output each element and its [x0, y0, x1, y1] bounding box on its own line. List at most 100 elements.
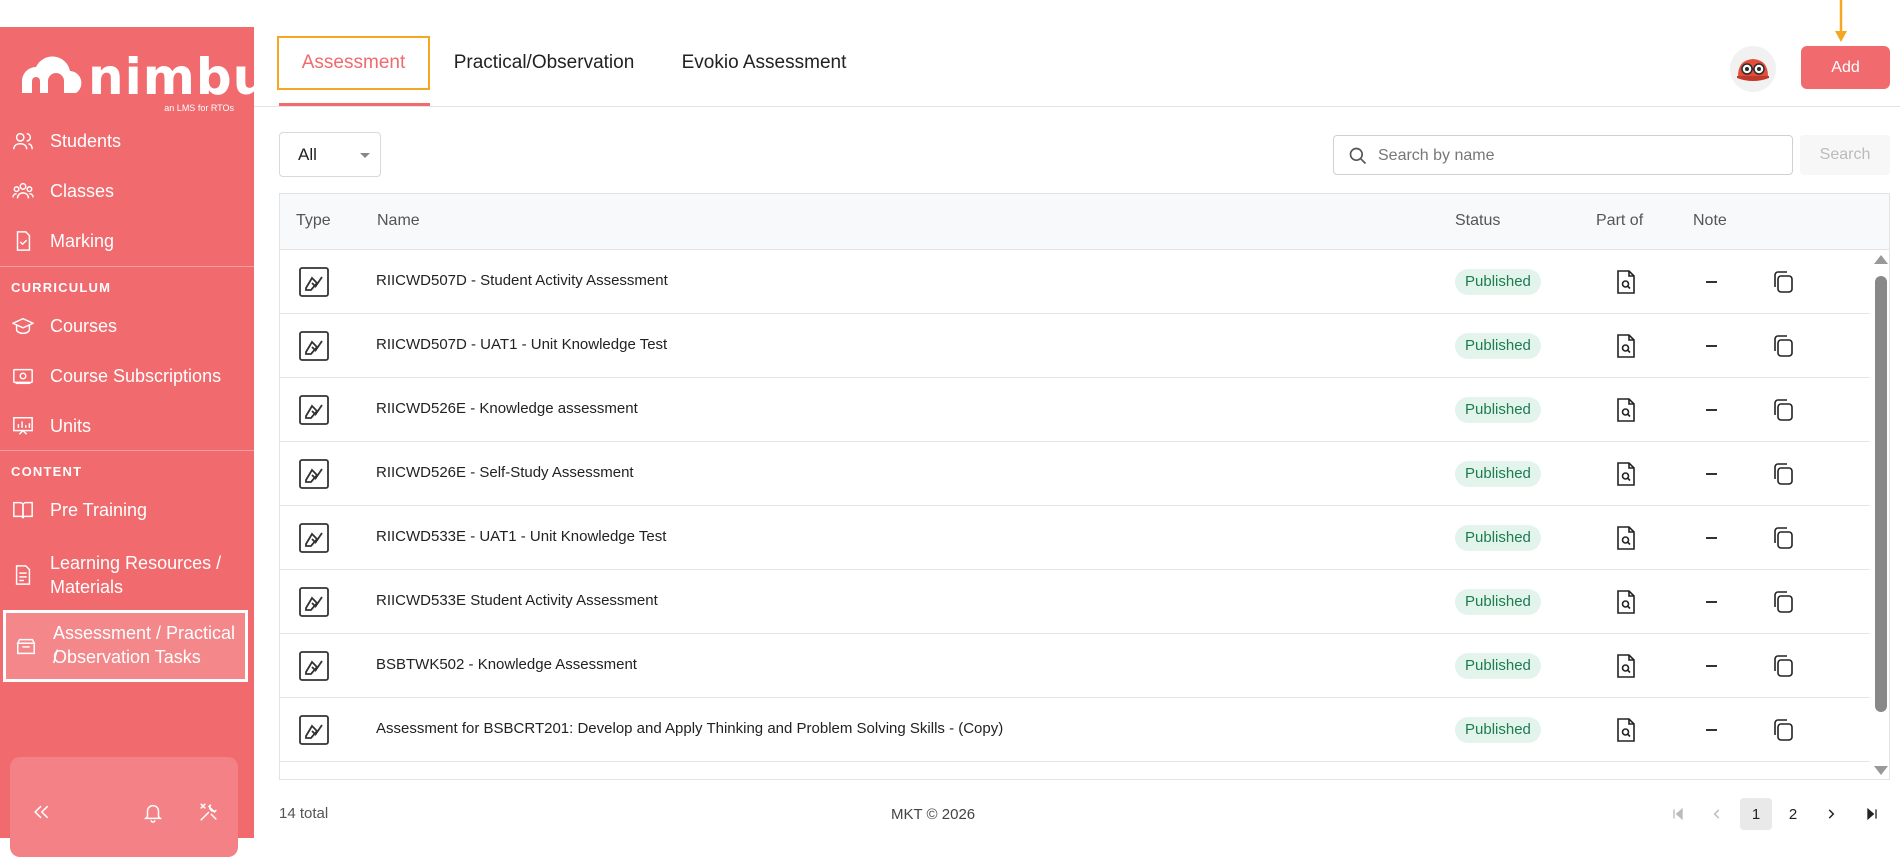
column-header-note: Note — [1693, 212, 1727, 229]
sidebar-item-classes[interactable]: Classes — [0, 168, 254, 214]
assessment-name[interactable]: Assessment for BSBCRT201: Develop and Ap… — [376, 720, 1003, 737]
sidebar-item-learning-resources[interactable]: Learning Resources / Materials — [0, 547, 254, 603]
book-open-icon — [12, 499, 34, 521]
document-search-icon[interactable] — [1616, 270, 1636, 299]
brand-name: nimbu — [88, 48, 270, 106]
assessment-name[interactable]: RIICWD507D - Student Activity Assessment — [376, 272, 668, 289]
presentation-chart-icon — [12, 415, 34, 437]
copy-icon[interactable] — [1772, 398, 1794, 427]
assessment-name[interactable]: RIICWD533E - UAT1 - Unit Knowledge Test — [376, 528, 666, 545]
prev-page-button[interactable] — [1701, 798, 1733, 830]
avatar-face-icon — [1737, 59, 1769, 81]
group-icon — [12, 180, 34, 202]
copy-icon[interactable] — [1772, 462, 1794, 491]
bell-icon[interactable] — [140, 799, 166, 825]
scroll-down-arrow-icon[interactable] — [1874, 766, 1888, 775]
document-search-icon[interactable] — [1616, 462, 1636, 491]
document-search-icon[interactable] — [1616, 718, 1636, 747]
sidebar-item-marking[interactable]: Marking — [0, 218, 254, 264]
assessment-type-icon — [298, 394, 330, 426]
sidebar-item-units[interactable]: Units — [0, 403, 254, 449]
type-filter-select[interactable]: All — [279, 132, 381, 177]
copy-icon[interactable] — [1772, 654, 1794, 683]
sidebar-footer — [10, 757, 238, 857]
status-badge: Published — [1455, 269, 1541, 295]
copy-icon[interactable] — [1772, 718, 1794, 747]
table-row[interactable]: RIICWD526E - Self-Study Assessment Publis… — [280, 442, 1870, 506]
users-icon — [12, 130, 34, 152]
scrollbar-thumb[interactable] — [1875, 276, 1887, 712]
collapse-icon[interactable] — [28, 799, 54, 825]
page-1-button[interactable]: 1 — [1740, 798, 1772, 830]
assessment-type-icon — [298, 714, 330, 746]
last-page-button[interactable] — [1856, 798, 1888, 830]
table-row[interactable] — [280, 762, 1870, 779]
copy-icon[interactable] — [1772, 526, 1794, 555]
table-row[interactable]: BSBTWK502 - Knowledge Assessment Publishe… — [280, 634, 1870, 698]
table-row[interactable]: RIICWD507D - Student Activity Assessment… — [280, 250, 1870, 314]
sidebar-item-students[interactable]: Students — [0, 118, 254, 164]
sidebar-item-label: Courses — [50, 316, 118, 336]
tab-evokio-assessment[interactable]: Evokio Assessment — [670, 36, 858, 90]
document-search-icon[interactable] — [1616, 654, 1636, 683]
table-row[interactable]: RIICWD533E Student Activity Assessment Pu… — [280, 570, 1870, 634]
total-count: 14 total — [279, 805, 329, 822]
table-row[interactable]: Assessment for BSBCRT201: Develop and Ap… — [280, 698, 1870, 762]
note-empty-dash — [1706, 601, 1717, 603]
next-page-button[interactable] — [1815, 798, 1847, 830]
cloud-logo-icon — [22, 56, 82, 93]
copy-icon[interactable] — [1772, 334, 1794, 363]
scroll-up-arrow-icon[interactable] — [1874, 255, 1888, 264]
sidebar-item-pre-training[interactable]: Pre Training — [0, 487, 254, 533]
note-empty-dash — [1706, 345, 1717, 347]
status-badge: Published — [1455, 461, 1541, 487]
sidebar-divider — [0, 266, 254, 267]
copy-icon[interactable] — [1772, 590, 1794, 619]
document-search-icon[interactable] — [1616, 398, 1636, 427]
search-button[interactable]: Search — [1800, 135, 1890, 175]
note-empty-dash — [1706, 473, 1717, 475]
table-row[interactable]: RIICWD533E - UAT1 - Unit Knowledge Test P… — [280, 506, 1870, 570]
first-page-icon — [1673, 807, 1683, 821]
column-header-name: Name — [377, 212, 420, 229]
avatar[interactable] — [1730, 46, 1776, 92]
column-header-type: Type — [296, 212, 331, 229]
document-search-icon[interactable] — [1616, 590, 1636, 619]
tab-practical-observation[interactable]: Practical/Observation — [440, 36, 648, 90]
assessment-name[interactable]: BSBTWK502 - Knowledge Assessment — [376, 656, 637, 673]
note-empty-dash — [1706, 665, 1717, 667]
section-label-content: CONTENT — [11, 464, 83, 479]
tab-assessment[interactable]: Assessment — [277, 36, 430, 90]
assessment-name[interactable]: RIICWD533E Student Activity Assessment — [376, 592, 658, 609]
table-row[interactable]: RIICWD507D - UAT1 - Unit Knowledge Test P… — [280, 314, 1870, 378]
search-input[interactable] — [1378, 142, 1778, 170]
sidebar-item-label: Classes — [50, 181, 115, 201]
sidebar-item-label: Units — [50, 416, 92, 436]
table-header: Type Name Status Part of Note — [280, 194, 1889, 250]
status-badge: Published — [1455, 589, 1541, 615]
arrow-down-icon — [1835, 0, 1847, 42]
status-badge: Published — [1455, 653, 1541, 679]
copy-icon[interactable] — [1772, 270, 1794, 299]
page-2-button[interactable]: 2 — [1777, 798, 1809, 830]
last-page-icon — [1867, 807, 1877, 821]
subscription-icon — [12, 365, 34, 387]
header-divider — [254, 106, 1900, 107]
filter-selected-value: All — [298, 145, 317, 164]
first-page-button[interactable] — [1662, 798, 1694, 830]
document-icon — [12, 564, 34, 586]
tools-icon[interactable] — [196, 799, 222, 825]
sidebar-item-assessment-tasks[interactable]: Assessment / Practical / Observation Tas… — [3, 610, 248, 682]
assessment-name[interactable]: RIICWD526E - Self-Study Assessment — [376, 464, 634, 481]
assessment-type-icon — [298, 522, 330, 554]
sidebar-item-courses[interactable]: Courses — [0, 303, 254, 349]
assessment-name[interactable]: RIICWD526E - Knowledge assessment — [376, 400, 638, 417]
assessment-type-icon — [298, 778, 330, 779]
document-search-icon[interactable] — [1616, 334, 1636, 363]
sidebar-item-course-subscriptions[interactable]: Course Subscriptions — [0, 353, 254, 399]
brand-logo[interactable]: nimbu an LMS for RTOs — [14, 47, 268, 113]
document-search-icon[interactable] — [1616, 526, 1636, 555]
table-row[interactable]: RIICWD526E - Knowledge assessment Publish… — [280, 378, 1870, 442]
add-button[interactable]: Add — [1801, 46, 1890, 89]
assessment-name[interactable]: RIICWD507D - UAT1 - Unit Knowledge Test — [376, 336, 667, 353]
